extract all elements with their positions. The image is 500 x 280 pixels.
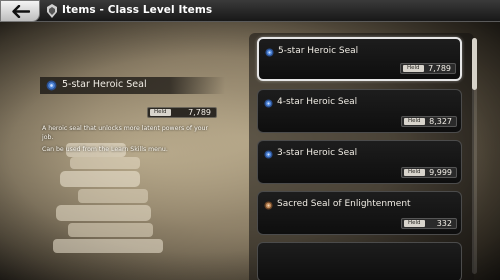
item-name: 3-star Heroic Seal xyxy=(277,148,358,158)
detail-held-count: Held 7,789 xyxy=(147,107,217,118)
blue-seal-icon xyxy=(264,150,273,159)
held-value: 7,789 xyxy=(188,108,211,117)
list-item-5-star-heroic-seal[interactable]: 5-star Heroic Seal Held 7,789 xyxy=(257,37,462,81)
page-title: Items - Class Level Items xyxy=(62,4,213,16)
held-value: 8,327 xyxy=(429,117,452,126)
description-line-2: job. xyxy=(42,134,54,141)
blue-seal-icon xyxy=(265,48,274,57)
held-label: Held xyxy=(404,169,425,176)
held-value: 7,789 xyxy=(428,64,451,73)
item-held-count: Held 7,789 xyxy=(400,63,456,74)
crest-icon xyxy=(47,4,57,18)
list-item-4-star-heroic-seal[interactable]: 4-star Heroic Seal Held 8,327 xyxy=(257,89,462,133)
description-line-3: Can be used from the Learn Skills menu. xyxy=(42,146,168,153)
item-held-count: Held 332 xyxy=(401,218,457,229)
item-name: 4-star Heroic Seal xyxy=(277,97,358,107)
description-line-1: A heroic seal that unlocks more latent p… xyxy=(42,125,208,132)
held-label: Held xyxy=(404,220,425,227)
item-name: Sacred Seal of Enlightenment xyxy=(277,199,411,209)
arrow-left-icon xyxy=(12,5,30,18)
list-item-partial[interactable] xyxy=(257,242,462,280)
scrollbar-thumb[interactable] xyxy=(472,38,477,90)
held-value: 332 xyxy=(436,219,452,228)
detail-item-name: 5-star Heroic Seal xyxy=(62,79,147,90)
blue-seal-icon xyxy=(46,80,57,91)
held-value: 9,999 xyxy=(429,168,452,177)
list-item-3-star-heroic-seal[interactable]: 3-star Heroic Seal Held 9,999 xyxy=(257,140,462,184)
book-stack-illustration xyxy=(53,143,163,253)
held-label: Held xyxy=(150,109,171,116)
held-label: Held xyxy=(404,118,425,125)
item-held-count: Held 9,999 xyxy=(401,167,457,178)
blue-seal-icon xyxy=(264,99,273,108)
header-bar: Items - Class Level Items xyxy=(0,0,500,22)
item-name: 5-star Heroic Seal xyxy=(278,46,359,56)
list-item-sacred-seal-of-enlightenment[interactable]: Sacred Seal of Enlightenment Held 332 xyxy=(257,191,462,235)
held-label: Held xyxy=(403,65,424,72)
item-held-count: Held 8,327 xyxy=(401,116,457,127)
back-button[interactable] xyxy=(0,0,40,22)
bronze-seal-icon xyxy=(264,201,273,210)
